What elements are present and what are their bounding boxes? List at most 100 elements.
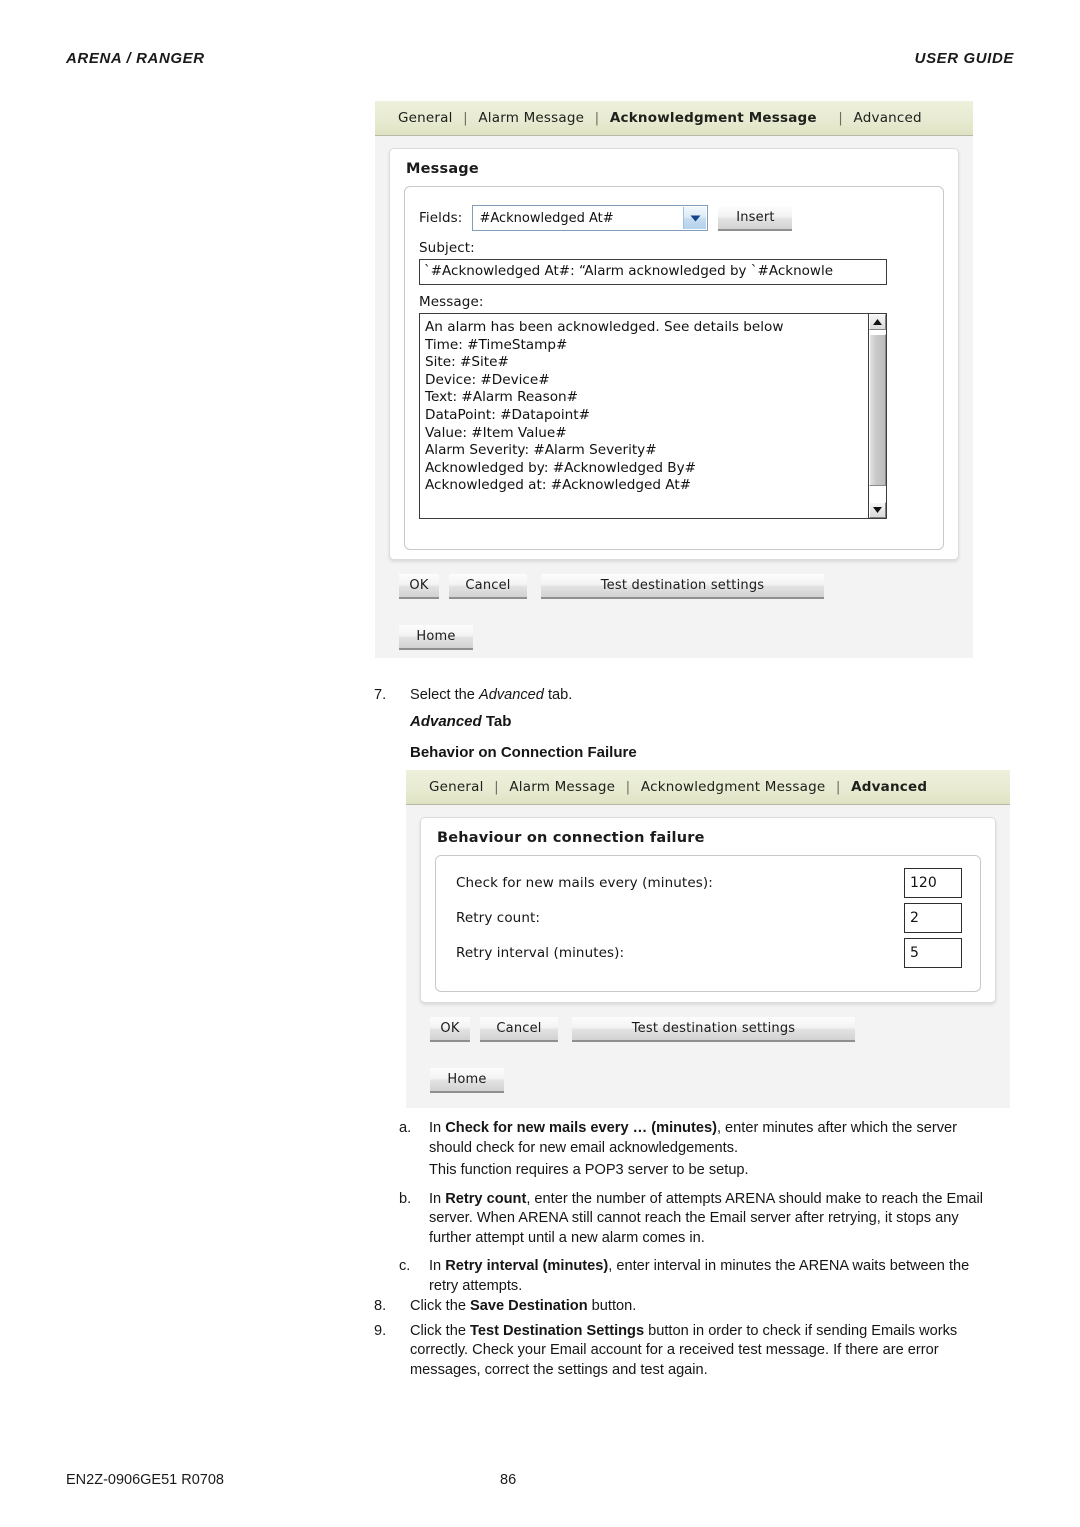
step-9-number: 9.	[374, 1322, 387, 1339]
step-9: 9. Click the Test Destination Settings b…	[374, 1322, 994, 1381]
row-retry-interval: Retry interval (minutes): 5	[436, 938, 980, 968]
step-8-lead: Click the	[410, 1298, 471, 1314]
sub-steps-block: a. In Check for new mails every … (minut…	[399, 1119, 989, 1296]
tab-separator: |	[835, 779, 841, 795]
behaviour-groupbox: Check for new mails every (minutes): 120…	[435, 855, 981, 992]
cancel-button[interactable]: Cancel	[449, 574, 527, 599]
advanced-tab-heading-rest: Tab	[481, 712, 512, 730]
home-button[interactable]: Home	[430, 1068, 504, 1093]
sub-step-c-bold: Retry interval (minutes)	[445, 1258, 609, 1274]
step-9-lead: Click the	[410, 1322, 471, 1339]
test-destination-settings-button[interactable]: Test destination settings	[541, 574, 824, 599]
subject-input[interactable]: `#Acknowledged At#: “Alarm acknowledged …	[419, 259, 887, 285]
retry-interval-label: Retry interval (minutes):	[456, 945, 625, 961]
step-7-text-after: tab.	[543, 687, 573, 703]
fields-dropdown-value: #Acknowledged At#	[479, 210, 614, 226]
tab-separator: |	[838, 110, 844, 126]
sub-step-b-number: b.	[399, 1190, 412, 1207]
cancel-button[interactable]: Cancel	[480, 1017, 558, 1042]
step-7-text-before: Select the	[410, 687, 479, 703]
steps-8-9-block: 8. Click the Save Destination button. 9.…	[374, 1297, 994, 1380]
retry-count-label: Retry count:	[456, 910, 541, 926]
dialog-button-row: OK Cancel Test destination settings	[399, 574, 959, 599]
step-8-text: Click the Save Destination button.	[410, 1298, 636, 1314]
retry-count-input[interactable]: 2	[904, 903, 962, 933]
tab-separator: |	[494, 779, 499, 795]
page-number: 86	[500, 1472, 517, 1488]
message-scrollbar[interactable]	[868, 314, 886, 518]
test-destination-settings-button[interactable]: Test destination settings	[572, 1017, 855, 1042]
step-7-block: 7. Select the Advanced tab. Advanced Tab…	[374, 686, 994, 763]
message-card-title: Message	[406, 161, 479, 177]
step-7: 7. Select the Advanced tab.	[374, 686, 994, 706]
row-check-interval: Check for new mails every (minutes): 120	[436, 868, 980, 898]
tab-separator: |	[625, 779, 631, 795]
step-8: 8. Click the Save Destination button.	[374, 1297, 994, 1317]
scrollbar-thumb[interactable]	[869, 334, 886, 486]
fields-row: Fields: #Acknowledged At# Insert	[419, 205, 933, 231]
document-code: EN2Z-0906GE51 R0708	[66, 1472, 224, 1488]
tab-acknowledgment-message[interactable]: Acknowledgment Message	[609, 110, 818, 126]
figure-advanced-tab: General | Alarm Message | Acknowledgment…	[406, 770, 1010, 1108]
advanced-tab-heading-italic: Advanced	[410, 712, 482, 730]
running-head-left: ARENA / RANGER	[66, 50, 205, 67]
tab-alarm-message[interactable]: Alarm Message	[508, 779, 616, 795]
ok-button[interactable]: OK	[399, 574, 439, 599]
fields-dropdown[interactable]: #Acknowledged At#	[472, 205, 709, 231]
subject-label: Subject:	[419, 240, 475, 256]
tab-alarm-message[interactable]: Alarm Message	[477, 110, 585, 126]
panel-body-acknowledgment: Message Fields: #Acknowledged At# Insert…	[375, 136, 973, 664]
sub-step-a-text: In Check for new mails every … (minutes)…	[429, 1120, 957, 1156]
insert-button[interactable]: Insert	[718, 205, 793, 231]
ok-button[interactable]: OK	[430, 1017, 470, 1042]
step-9-text: Click the Test Destination Settings butt…	[410, 1323, 957, 1378]
sub-step-c-number: c.	[399, 1258, 411, 1274]
tab-advanced[interactable]: Advanced	[853, 110, 923, 126]
scroll-down-icon[interactable]	[869, 502, 886, 518]
step-8-number: 8.	[374, 1298, 387, 1314]
tab-general[interactable]: General	[428, 779, 485, 795]
row-retry-count: Retry count: 2	[436, 903, 980, 933]
figure-acknowledgment-message: General | Alarm Message | Acknowledgment…	[375, 101, 973, 658]
tab-advanced[interactable]: Advanced	[850, 779, 928, 795]
tab-acknowledgment-message[interactable]: Acknowledgment Message	[640, 779, 826, 795]
step-8-rest: button.	[587, 1298, 637, 1314]
sub-step-b-lead: In	[429, 1190, 446, 1207]
tab-general[interactable]: General	[397, 110, 454, 126]
advanced-tab-heading: Advanced Tab	[374, 712, 994, 732]
step-7-number: 7.	[374, 687, 387, 703]
sub-step-a: a. In Check for new mails every … (minut…	[399, 1119, 989, 1181]
home-button-row: Home	[399, 625, 959, 650]
check-interval-label: Check for new mails every (minutes):	[456, 875, 713, 891]
sub-step-a-lead: In	[429, 1120, 446, 1136]
scroll-up-icon[interactable]	[869, 314, 886, 330]
sub-step-b: b. In Retry count, enter the number of a…	[399, 1190, 989, 1249]
behaviour-card: Behaviour on connection failure Check fo…	[420, 817, 996, 1003]
step-7-italic: Advanced	[478, 687, 544, 703]
chevron-down-icon[interactable]	[683, 207, 707, 229]
sub-step-a-extra: This function requires a POP3 server to …	[429, 1162, 749, 1178]
tabbar-acknowledgment: General | Alarm Message | Acknowledgment…	[375, 101, 973, 136]
tab-separator: |	[594, 110, 600, 126]
behavior-heading: Behavior on Connection Failure	[410, 744, 637, 761]
step-7-text: Select the Advanced tab.	[410, 687, 572, 703]
check-interval-input[interactable]: 120	[904, 868, 962, 898]
sub-step-b-bold: Retry count	[445, 1190, 527, 1207]
message-textarea[interactable]: An alarm has been acknowledged. See deta…	[419, 313, 887, 519]
sub-step-c: c. In Retry interval (minutes), enter in…	[399, 1257, 989, 1296]
scrollbar-track[interactable]	[869, 330, 886, 502]
running-head-right: USER GUIDE	[914, 50, 1014, 67]
home-button[interactable]: Home	[399, 625, 473, 650]
home-button-row: Home	[430, 1068, 996, 1093]
tab-separator: |	[463, 110, 468, 126]
message-groupbox: Fields: #Acknowledged At# Insert Subject…	[404, 186, 944, 550]
dialog-button-row: OK Cancel Test destination settings	[430, 1017, 996, 1042]
message-label: Message:	[419, 294, 484, 310]
panel-body-advanced: Behaviour on connection failure Check fo…	[406, 805, 1010, 1107]
message-card: Message Fields: #Acknowledged At# Insert…	[389, 148, 959, 560]
sub-step-c-text: In Retry interval (minutes), enter inter…	[429, 1258, 969, 1294]
retry-interval-input[interactable]: 5	[904, 938, 962, 968]
tabbar-advanced: General | Alarm Message | Acknowledgment…	[406, 770, 1010, 805]
sub-step-c-lead: In	[429, 1258, 446, 1274]
sub-step-b-text: In Retry count, enter the number of atte…	[429, 1191, 983, 1246]
